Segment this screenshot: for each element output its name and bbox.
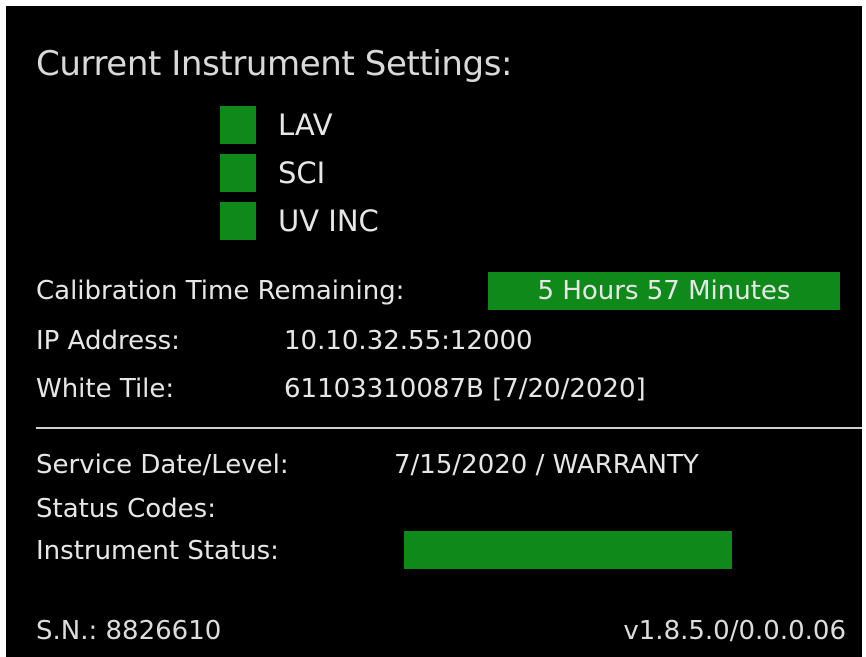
- setting-label-uv-inc: UV INC: [278, 204, 379, 238]
- instrument-status-label: Instrument Status:: [36, 536, 279, 566]
- instrument-status-indicator: [404, 531, 732, 569]
- serial-number: S.N.: 8826610: [36, 616, 222, 646]
- uv-inc-indicator: [220, 202, 256, 240]
- setting-label-sci: SCI: [278, 156, 326, 190]
- instrument-settings-screen: Current Instrument Settings: LAV SCI UV …: [6, 6, 862, 657]
- ip-address-value: 10.10.32.55:12000: [284, 326, 533, 356]
- white-tile-value: 61103310087B [7/20/2020]: [284, 374, 646, 404]
- ip-address-label: IP Address:: [36, 326, 180, 356]
- service-value: 7/15/2020 / WARRANTY: [394, 450, 699, 480]
- lav-indicator: [220, 106, 256, 144]
- calibration-label: Calibration Time Remaining:: [36, 276, 405, 306]
- white-tile-label: White Tile:: [36, 374, 175, 404]
- page-title: Current Instrument Settings:: [36, 44, 513, 84]
- service-label: Service Date/Level:: [36, 450, 289, 480]
- calibration-time-badge: 5 Hours 57 Minutes: [488, 272, 840, 310]
- firmware-version: v1.8.5.0/0.0.0.06: [623, 616, 846, 646]
- status-codes-label: Status Codes:: [36, 494, 216, 524]
- setting-label-lav: LAV: [278, 108, 333, 142]
- sci-indicator: [220, 154, 256, 192]
- divider: [36, 427, 862, 429]
